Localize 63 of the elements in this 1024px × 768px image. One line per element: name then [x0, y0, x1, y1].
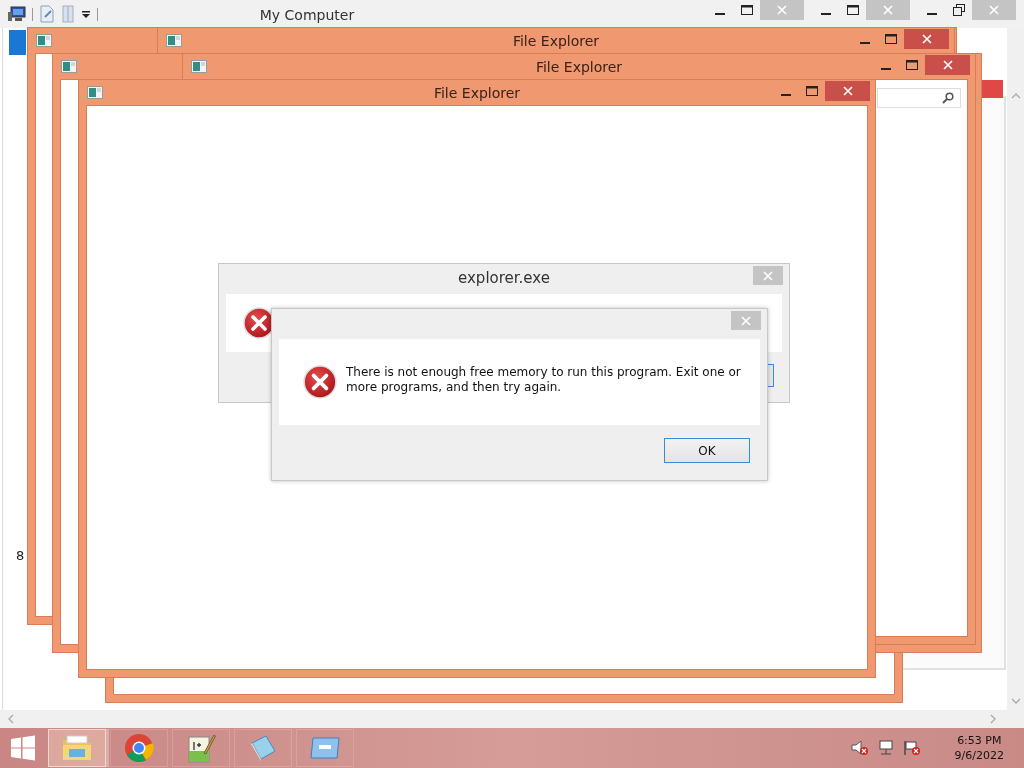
maximize-icon: [846, 5, 859, 15]
search-icon[interactable]: [942, 92, 954, 104]
close-icon: [942, 59, 953, 70]
app-icon: [36, 34, 52, 47]
close-icon: [989, 5, 999, 15]
item-label: 8: [16, 548, 25, 563]
close-icon: [763, 270, 773, 281]
error-message: There is not enough free memory to run this program. Exit one or more programs, and then try again.: [346, 365, 741, 395]
minimize-icon: [714, 13, 725, 15]
close-icon: [842, 85, 853, 96]
window-icon: [309, 735, 341, 761]
maximize-icon: [885, 33, 897, 44]
clock-date: 9/6/2022: [954, 748, 1004, 763]
close-icon: [921, 33, 932, 44]
minimize-icon: [781, 93, 791, 96]
flag-icon[interactable]: [902, 740, 921, 756]
close-icon: [777, 5, 787, 15]
close-button[interactable]: [753, 266, 783, 285]
notepad-pencil-icon: [186, 733, 216, 763]
caret-icon[interactable]: [81, 9, 91, 19]
folder-icon: [61, 734, 93, 762]
dialog-title: explorer.exe: [458, 268, 550, 287]
folder-icon[interactable]: [61, 5, 75, 23]
minimize-icon: [881, 67, 891, 70]
maximize-icon: [806, 85, 818, 96]
horizontal-scrollbar[interactable]: [0, 710, 1024, 728]
window-title: File Explorer: [432, 84, 522, 101]
scroll-up-icon[interactable]: [1010, 93, 1021, 99]
taskbar-button[interactable]: [172, 729, 230, 767]
maximize-icon: [906, 59, 918, 70]
clock-time: 6:53 PM: [957, 733, 1002, 748]
error-icon: [303, 365, 337, 399]
window-title: File Explorer: [511, 32, 601, 49]
scroll-down-icon[interactable]: [1010, 698, 1021, 704]
close-icon: [883, 5, 893, 15]
minimize-icon: [860, 41, 870, 44]
taskbar-button[interactable]: [296, 729, 354, 767]
window-title: My Computer: [258, 6, 356, 23]
maximize-icon: [740, 5, 753, 15]
app-icon: [87, 86, 103, 99]
notepad-icon: [248, 733, 278, 763]
minimize-icon: [820, 13, 831, 15]
taskbar-button[interactable]: [234, 729, 292, 767]
computer-icon[interactable]: [8, 6, 26, 22]
muted-speaker-icon[interactable]: [850, 740, 869, 756]
search-field[interactable]: [877, 88, 961, 108]
ok-button[interactable]: OK: [664, 438, 750, 463]
minimize-icon: [926, 13, 937, 15]
restore-icon: [952, 4, 965, 16]
close-icon: [741, 315, 751, 326]
app-icon: [191, 60, 207, 73]
taskbar-button[interactable]: [48, 729, 106, 767]
window-title: File Explorer: [534, 58, 624, 75]
app-icon: [61, 60, 77, 73]
color-wheel-icon: [124, 733, 154, 763]
taskbar-button[interactable]: [110, 729, 168, 767]
close-button[interactable]: [731, 311, 761, 330]
scroll-left-icon[interactable]: [8, 714, 14, 724]
start-icon[interactable]: [10, 735, 36, 761]
network-icon[interactable]: [876, 740, 895, 756]
scroll-right-icon[interactable]: [990, 714, 996, 724]
app-icon: [166, 34, 182, 47]
document-icon[interactable]: [39, 5, 55, 23]
